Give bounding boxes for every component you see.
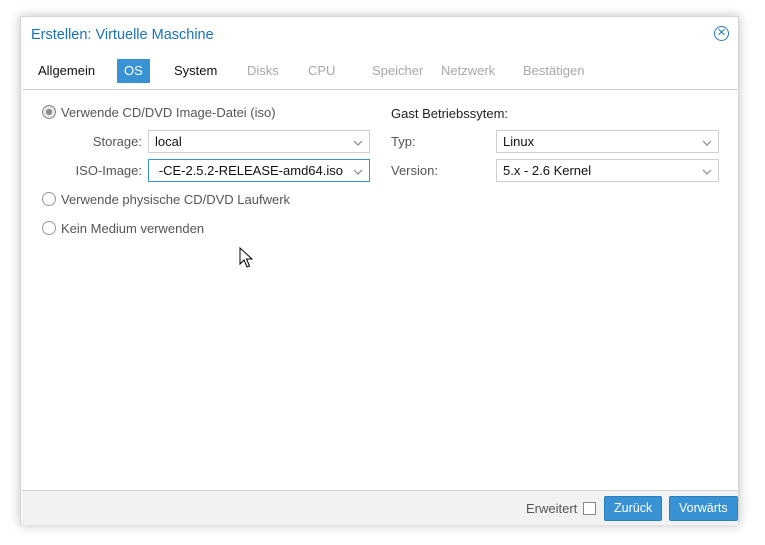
tab-allgemein[interactable]: Allgemein: [31, 59, 102, 83]
radio-none-label: Kein Medium verwenden: [61, 221, 205, 236]
version-label: Version:: [391, 163, 438, 178]
guest-os-title: Gast Betriebssytem:: [391, 106, 509, 121]
chevron-down-icon[interactable]: [696, 131, 718, 152]
storage-select[interactable]: local: [148, 130, 370, 153]
os-version-value: 5.x - 2.6 Kernel: [503, 163, 592, 178]
tab-os[interactable]: OS: [117, 59, 150, 83]
storage-value: local: [155, 134, 182, 149]
os-panel: Verwende CD/DVD Image-Datei (iso) Storag…: [22, 89, 738, 490]
iso-image-value: -CE-2.5.2-RELEASE-amd64.iso: [158, 163, 343, 178]
chevron-down-icon[interactable]: [347, 160, 369, 181]
os-type-select[interactable]: Linux: [496, 130, 719, 153]
radio-iso-label: Verwende CD/DVD Image-Datei (iso): [61, 105, 276, 120]
iso-image-label: ISO-Image:: [75, 163, 142, 178]
advanced-checkbox[interactable]: [583, 502, 596, 515]
advanced-label: Erweitert: [526, 501, 578, 516]
tab-speicher: Speicher: [372, 63, 424, 78]
tab-disks: Disks: [247, 63, 279, 78]
radio-physical[interactable]: [42, 192, 56, 206]
chevron-down-icon[interactable]: [347, 131, 369, 152]
type-label: Typ:: [391, 134, 416, 149]
radio-none[interactable]: [42, 221, 56, 235]
create-vm-dialog: Erstellen: Virtuelle Maschine ✕ Allgemei…: [20, 16, 739, 525]
tab-netzwerk: Netzwerk: [441, 63, 496, 78]
tab-cpu: CPU: [308, 63, 336, 78]
next-button[interactable]: Vorwärts: [669, 496, 738, 521]
dialog-footer: Erweitert Zurück Vorwärts: [22, 490, 738, 525]
radio-iso[interactable]: [42, 105, 56, 119]
back-button[interactable]: Zurück: [604, 496, 663, 521]
dialog-title: Erstellen: Virtuelle Maschine: [31, 27, 214, 43]
close-icon[interactable]: ✕: [714, 26, 729, 41]
mouse-cursor-icon: [239, 247, 253, 268]
storage-label: Storage:: [92, 134, 142, 149]
radio-physical-label: Verwende physische CD/DVD Laufwerk: [61, 192, 291, 207]
os-version-select[interactable]: 5.x - 2.6 Kernel: [496, 159, 719, 182]
tab-system[interactable]: System: [167, 59, 224, 83]
tab-bestaetigen: Bestätigen: [523, 63, 585, 78]
chevron-down-icon[interactable]: [696, 160, 718, 181]
iso-image-select[interactable]: -CE-2.5.2-RELEASE-amd64.iso: [148, 159, 370, 182]
os-type-value: Linux: [503, 134, 535, 149]
